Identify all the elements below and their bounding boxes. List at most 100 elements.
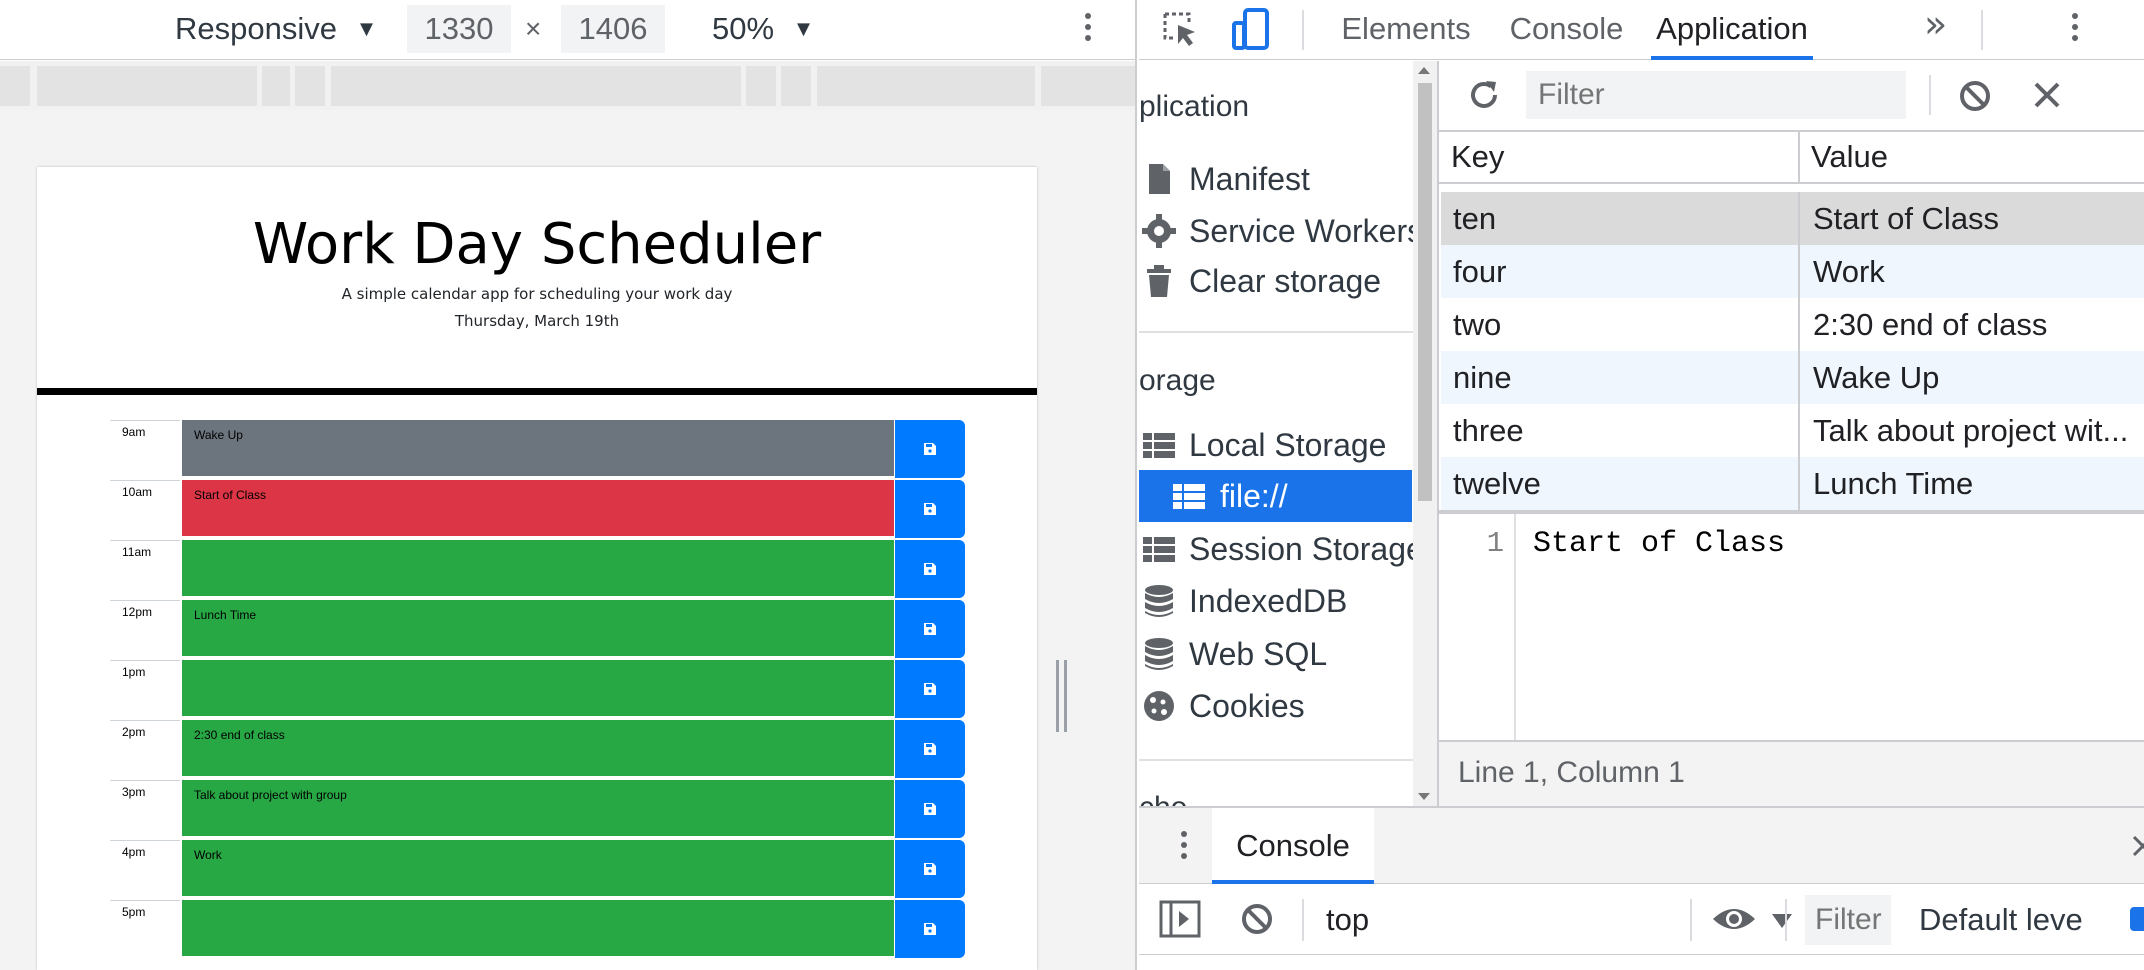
table-icon	[1142, 532, 1176, 566]
save-button[interactable]	[895, 840, 965, 898]
filter-input[interactable]	[1526, 71, 1906, 119]
storage-value: Wake Up	[1813, 360, 1940, 395]
chevron-down-icon: ▼	[355, 16, 378, 41]
tab-console[interactable]: Console	[1496, 0, 1637, 60]
save-button[interactable]	[895, 780, 965, 838]
show-sidebar-icon[interactable]	[1159, 899, 1201, 939]
inspect-element-icon[interactable]	[1161, 10, 1201, 50]
table-icon	[1172, 479, 1206, 513]
resize-handle[interactable]	[1053, 660, 1069, 732]
live-expression-eye-icon[interactable]	[1711, 903, 1757, 935]
event-textarea[interactable]	[182, 540, 894, 598]
event-textarea[interactable]: Talk about project with group	[182, 780, 894, 838]
cookie-icon	[1142, 689, 1176, 723]
media-query-ruler[interactable]	[0, 61, 1135, 110]
scroll-up-arrow-icon[interactable]	[1418, 67, 1430, 74]
save-button[interactable]	[895, 600, 965, 658]
sidebar-item-web-sql[interactable]: Web SQL	[1189, 629, 1327, 679]
scroll-down-arrow-icon[interactable]	[1418, 793, 1430, 800]
storage-row[interactable]: ten Start of Class	[1441, 192, 2144, 245]
device-viewport-pane: Responsive ▼ 1330 × 1406 50% ▼ Work Day …	[0, 0, 1137, 970]
tab-label: Console	[1509, 11, 1624, 46]
event-textarea[interactable]: Work	[182, 840, 894, 898]
log-levels-dropdown[interactable]: Default leve	[1919, 885, 2091, 955]
preview-status-bar: Line 1, Column 1	[1439, 740, 2144, 806]
save-button[interactable]	[895, 540, 965, 598]
clear-all-icon[interactable]	[1957, 78, 1993, 114]
tab-application[interactable]: Application	[1651, 0, 1813, 60]
cursor-position: Line 1, Column 1	[1458, 756, 1685, 789]
sidebar-item-clear-storage[interactable]: Clear storage	[1189, 256, 1381, 306]
sidebar-item-file-origin[interactable]: file://	[1220, 471, 1288, 521]
database-icon	[1142, 584, 1176, 618]
device-toolbar-icon[interactable]	[1231, 7, 1271, 51]
sidebar-item-local-storage[interactable]: Local Storage	[1189, 420, 1386, 470]
dimension-separator: ×	[525, 13, 542, 44]
hour-label: 3pm	[110, 780, 180, 838]
drawer-tab-console[interactable]: Console	[1212, 808, 1374, 884]
tab-label: Application	[1656, 11, 1808, 46]
event-textarea[interactable]: Wake Up	[182, 420, 894, 478]
value-column-header[interactable]: Value	[1811, 139, 1888, 175]
event-textarea[interactable]	[182, 660, 894, 718]
database-icon	[1142, 637, 1176, 671]
height-input[interactable]: 1406	[561, 5, 665, 53]
save-button[interactable]	[895, 420, 965, 478]
key-column-header[interactable]: Key	[1451, 139, 1504, 175]
save-button[interactable]	[895, 900, 965, 958]
manifest-icon	[1142, 162, 1176, 196]
hour-label: 4pm	[110, 840, 180, 898]
sidebar-item-indexeddb[interactable]: IndexedDB	[1189, 576, 1347, 626]
filter-input-field[interactable]	[1526, 71, 1906, 119]
event-textarea[interactable]: Start of Class	[182, 480, 894, 538]
time-block-list: 9am Wake Up 10am Start of Class 11am 12pm Lunc…	[110, 420, 966, 970]
sidebar-item-session-storage[interactable]: Session Storage	[1189, 524, 1424, 574]
storage-key: twelve	[1453, 466, 1541, 501]
settings-gear-icon[interactable]	[2130, 907, 2144, 931]
save-button[interactable]	[895, 480, 965, 538]
storage-value: Work	[1813, 254, 1885, 289]
zoom-dropdown[interactable]: 50% ▼	[712, 0, 814, 60]
console-toolbar: top Default leve	[1139, 885, 2144, 955]
refresh-icon[interactable]	[1466, 77, 1502, 113]
device-more-options-icon[interactable]	[1085, 13, 1091, 46]
sidebar-item-cookies[interactable]: Cookies	[1189, 681, 1305, 731]
event-textarea[interactable]: Lunch Time	[182, 600, 894, 658]
toolbar-divider	[1690, 899, 1692, 941]
tab-elements[interactable]: Elements	[1334, 0, 1478, 60]
clear-console-icon[interactable]	[1239, 901, 1275, 937]
sidebar-item-service-workers[interactable]: Service Workers	[1189, 206, 1423, 256]
event-textarea[interactable]	[182, 900, 894, 958]
console-filter-field[interactable]	[1805, 895, 1891, 945]
toolbar-divider	[1302, 899, 1304, 941]
sidebar-scrollbar[interactable]	[1413, 61, 1437, 806]
delete-selected-icon[interactable]	[2032, 80, 2062, 110]
storage-row[interactable]: nine Wake Up	[1441, 351, 2144, 404]
header-divider	[37, 388, 1037, 395]
storage-toolbar	[1439, 61, 2144, 130]
toolbar-divider	[1302, 10, 1304, 50]
storage-row[interactable]: two 2:30 end of class	[1441, 298, 2144, 351]
devtools-more-options-icon[interactable]	[2072, 13, 2078, 46]
page-subtitle: A simple calendar app for scheduling you…	[341, 285, 733, 303]
drawer-more-options-icon[interactable]	[1181, 831, 1187, 864]
toolbar-divider	[1785, 899, 1787, 941]
context-label: top	[1326, 902, 1370, 937]
event-textarea[interactable]: 2:30 end of class	[182, 720, 894, 778]
save-button[interactable]	[895, 720, 965, 778]
preview-content[interactable]: Start of Class	[1533, 527, 1785, 561]
storage-row[interactable]: four Work	[1441, 245, 2144, 298]
storage-key: ten	[1453, 201, 1497, 236]
storage-row[interactable]: twelve Lunch Time	[1441, 457, 2144, 510]
save-button[interactable]	[895, 660, 965, 718]
device-mode-dropdown[interactable]: Responsive ▼	[175, 0, 377, 60]
more-tabs-icon[interactable]: »	[1924, 2, 1947, 46]
scrollbar-thumb[interactable]	[1418, 83, 1432, 501]
sidebar-divider	[1139, 331, 1413, 333]
devtools-window: Responsive ▼ 1330 × 1406 50% ▼ Work Day …	[0, 0, 2144, 970]
close-drawer-icon[interactable]	[2131, 834, 2144, 858]
storage-row[interactable]: three Talk about project wit...	[1441, 404, 2144, 457]
width-input[interactable]: 1330	[407, 5, 511, 53]
sidebar-item-manifest[interactable]: Manifest	[1189, 154, 1310, 204]
console-filter-input[interactable]	[1805, 895, 1891, 945]
